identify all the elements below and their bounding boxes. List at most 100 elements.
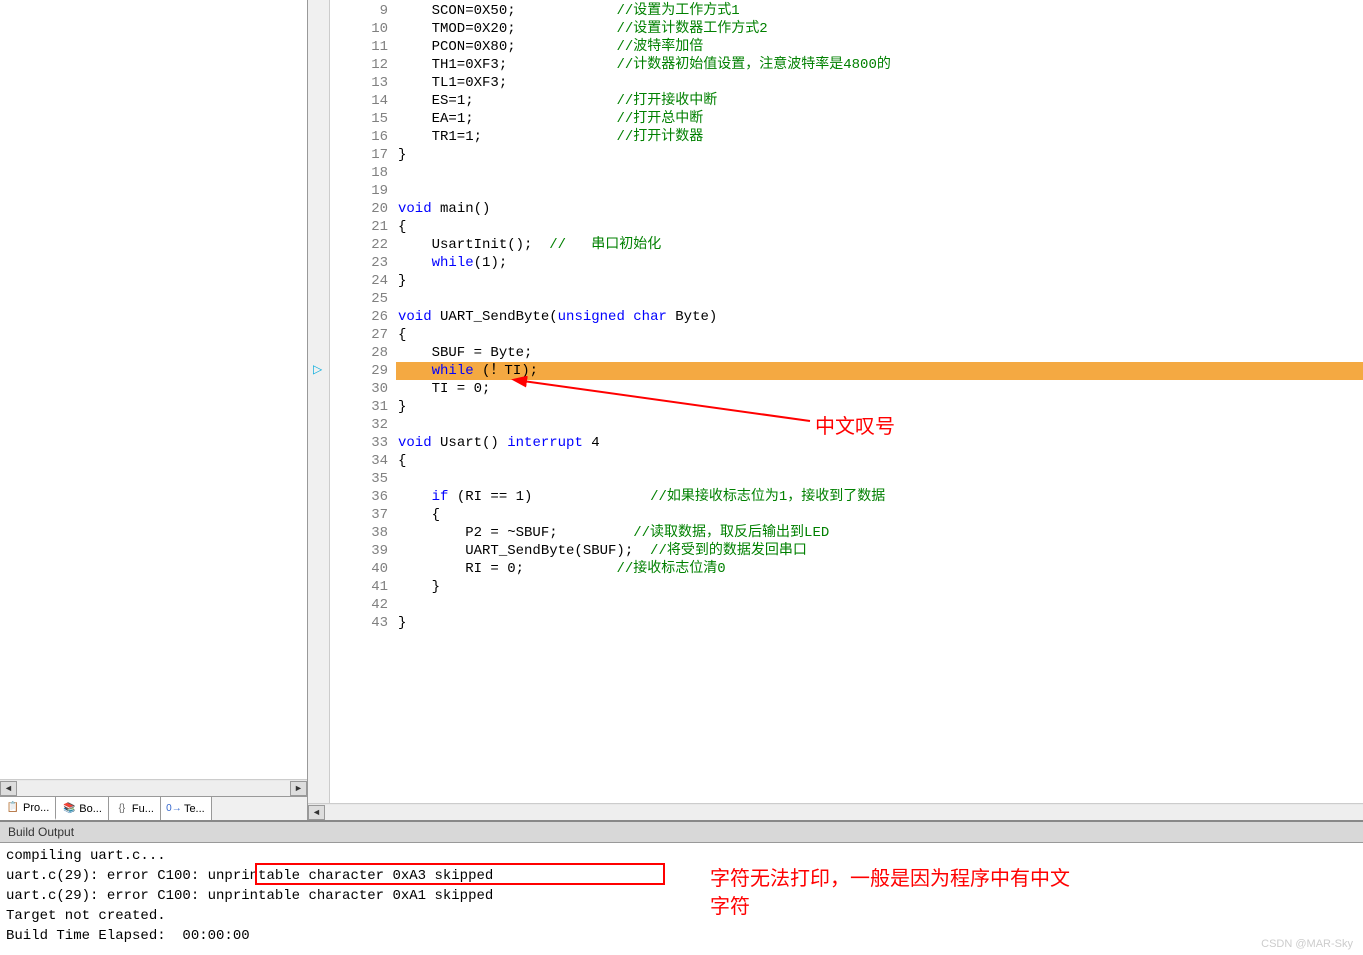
code-line-27[interactable]: { — [396, 326, 1363, 344]
code-line-32[interactable] — [396, 416, 1363, 434]
code-line-14[interactable]: ES=1; //打开接收中断 — [396, 92, 1363, 110]
scroll-track[interactable] — [17, 781, 290, 796]
line-number: 31 — [330, 398, 388, 416]
line-number: 25 — [330, 290, 388, 308]
project-panel: ◄ ► 📋Pro...📚Bo...{}Fu...0→Te... — [0, 0, 308, 820]
line-number: 18 — [330, 164, 388, 182]
tab-label: Pro... — [23, 802, 49, 814]
line-number: 30 — [330, 380, 388, 398]
output-line[interactable]: Build Time Elapsed: 00:00:00 — [6, 926, 1357, 946]
tab-icon: 📚 — [62, 802, 76, 816]
scroll-right-arrow[interactable]: ► — [290, 781, 307, 796]
code-line-26[interactable]: void UART_SendByte(unsigned char Byte) — [396, 308, 1363, 326]
line-number: 23 — [330, 254, 388, 272]
line-numbers: 9101112131415161718192021222324252627282… — [330, 0, 396, 803]
tab-icon: 0→ — [167, 802, 181, 816]
code-line-30[interactable]: TI = 0; — [396, 380, 1363, 398]
panel-tab-bo[interactable]: 📚Bo... — [56, 797, 109, 820]
line-number: 21 — [330, 218, 388, 236]
line-number: 22 — [330, 236, 388, 254]
current-line-marker: ▷ — [313, 362, 322, 376]
build-output-panel: Build Output compiling uart.c...uart.c(2… — [0, 820, 1363, 949]
line-number: 41 — [330, 578, 388, 596]
line-number: 12 — [330, 56, 388, 74]
scroll-left-arrow[interactable]: ◄ — [0, 781, 17, 796]
code-line-11[interactable]: PCON=0X80; //波特率加倍 — [396, 38, 1363, 56]
output-line[interactable]: uart.c(29): error C100: unprintable char… — [6, 886, 1357, 906]
tab-icon: {} — [115, 802, 129, 816]
code-line-29[interactable]: while (！TI); — [396, 362, 1363, 380]
code-text-area[interactable]: SCON=0X50; //设置为工作方式1 TMOD=0X20; //设置计数器… — [396, 0, 1363, 803]
code-line-34[interactable]: { — [396, 452, 1363, 470]
build-output-body[interactable]: compiling uart.c...uart.c(29): error C10… — [0, 843, 1363, 949]
horizontal-scrollbar[interactable]: ◄ ► — [0, 779, 307, 796]
code-line-20[interactable]: void main() — [396, 200, 1363, 218]
project-tree-area[interactable]: ◄ ► — [0, 0, 307, 796]
panel-tab-fu[interactable]: {}Fu... — [109, 797, 161, 820]
code-line-31[interactable]: } — [396, 398, 1363, 416]
line-number: 40 — [330, 560, 388, 578]
code-line-17[interactable]: } — [396, 146, 1363, 164]
line-number: 42 — [330, 596, 388, 614]
output-line[interactable]: Target not created. — [6, 906, 1357, 926]
line-number: 36 — [330, 488, 388, 506]
line-number: 10 — [330, 20, 388, 38]
panel-tab-te[interactable]: 0→Te... — [161, 797, 212, 820]
code-line-16[interactable]: TR1=1; //打开计数器 — [396, 128, 1363, 146]
line-number: 29 — [330, 362, 388, 380]
code-line-23[interactable]: while(1); — [396, 254, 1363, 272]
code-line-12[interactable]: TH1=0XF3; //计数器初始值设置，注意波特率是4800的 — [396, 56, 1363, 74]
output-line[interactable]: compiling uart.c... — [6, 846, 1357, 866]
line-number: 27 — [330, 326, 388, 344]
code-line-15[interactable]: EA=1; //打开总中断 — [396, 110, 1363, 128]
code-line-41[interactable]: } — [396, 578, 1363, 596]
code-line-13[interactable]: TL1=0XF3; — [396, 74, 1363, 92]
code-line-10[interactable]: TMOD=0X20; //设置计数器工作方式2 — [396, 20, 1363, 38]
line-number: 43 — [330, 614, 388, 632]
line-number: 24 — [330, 272, 388, 290]
tab-icon: 📋 — [6, 801, 20, 815]
line-number: 15 — [330, 110, 388, 128]
editor-horizontal-scrollbar[interactable]: ◄ — [308, 803, 1363, 820]
scroll-left-arrow[interactable]: ◄ — [308, 805, 325, 820]
line-number: 28 — [330, 344, 388, 362]
scroll-track[interactable] — [325, 805, 1363, 820]
code-line-39[interactable]: UART_SendByte(SBUF); //将受到的数据发回串口 — [396, 542, 1363, 560]
tab-label: Fu... — [132, 803, 154, 815]
line-number: 19 — [330, 182, 388, 200]
code-line-38[interactable]: P2 = ~SBUF; //读取数据，取反后输出到LED — [396, 524, 1363, 542]
code-line-21[interactable]: { — [396, 218, 1363, 236]
line-number: 13 — [330, 74, 388, 92]
line-number: 33 — [330, 434, 388, 452]
editor-gutter[interactable]: ▷ — [308, 0, 330, 803]
code-line-36[interactable]: if (RI == 1) //如果接收标志位为1，接收到了数据 — [396, 488, 1363, 506]
panel-tabs: 📋Pro...📚Bo...{}Fu...0→Te... — [0, 796, 307, 820]
code-line-22[interactable]: UsartInit(); // 串口初始化 — [396, 236, 1363, 254]
code-line-42[interactable] — [396, 596, 1363, 614]
line-number: 20 — [330, 200, 388, 218]
code-line-25[interactable] — [396, 290, 1363, 308]
code-line-37[interactable]: { — [396, 506, 1363, 524]
line-number: 32 — [330, 416, 388, 434]
line-number: 37 — [330, 506, 388, 524]
line-number: 38 — [330, 524, 388, 542]
code-line-19[interactable] — [396, 182, 1363, 200]
tab-label: Bo... — [79, 803, 102, 815]
code-line-40[interactable]: RI = 0; //接收标志位清0 — [396, 560, 1363, 578]
code-line-9[interactable]: SCON=0X50; //设置为工作方式1 — [396, 2, 1363, 20]
output-line[interactable]: uart.c(29): error C100: unprintable char… — [6, 866, 1357, 886]
code-line-24[interactable]: } — [396, 272, 1363, 290]
line-number: 34 — [330, 452, 388, 470]
panel-tab-pro[interactable]: 📋Pro... — [0, 797, 56, 820]
line-number: 35 — [330, 470, 388, 488]
code-line-18[interactable] — [396, 164, 1363, 182]
watermark: CSDN @MAR-Sky — [1261, 938, 1353, 950]
line-number: 17 — [330, 146, 388, 164]
build-output-header[interactable]: Build Output — [0, 822, 1363, 843]
tab-label: Te... — [184, 803, 205, 815]
code-line-43[interactable]: } — [396, 614, 1363, 632]
line-number: 11 — [330, 38, 388, 56]
code-line-28[interactable]: SBUF = Byte; — [396, 344, 1363, 362]
code-line-33[interactable]: void Usart() interrupt 4 — [396, 434, 1363, 452]
code-line-35[interactable] — [396, 470, 1363, 488]
